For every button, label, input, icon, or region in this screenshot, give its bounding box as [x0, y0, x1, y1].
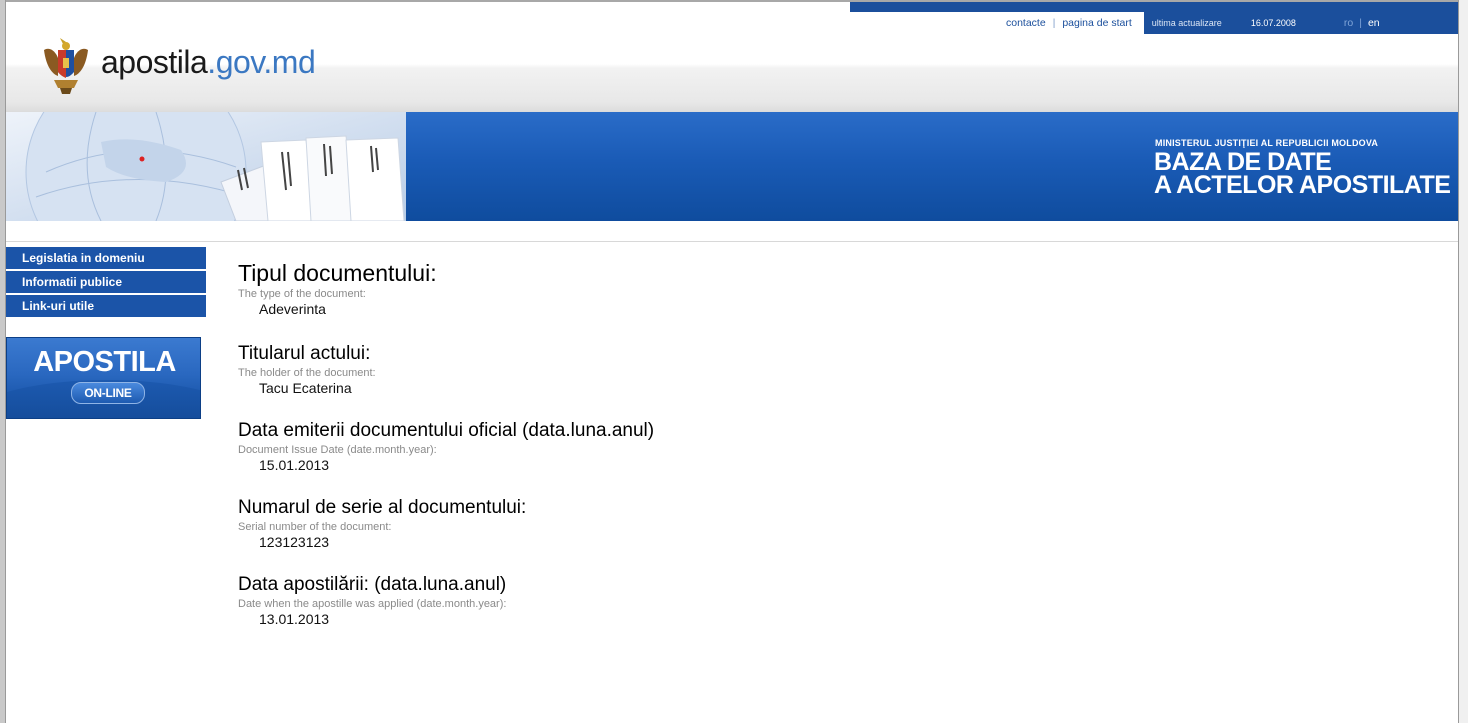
lang-ro-link[interactable]: ro	[1344, 17, 1353, 29]
field-issue-date: Data emiterii documentului oficial (data…	[238, 420, 938, 473]
field-document-type: Tipul documentului: The type of the docu…	[238, 260, 938, 317]
field-value: 15.01.2013	[259, 457, 330, 473]
field-heading: Numarul de serie al documentului:	[238, 497, 527, 518]
hero-banner: MINISTERUL JUSTIŢIEI AL REPUBLICII MOLDO…	[6, 112, 1458, 221]
top-links: contacte | pagina de start	[850, 12, 1144, 34]
field-apostille-date: Data apostilării: (data.luna.anul) Date …	[238, 574, 938, 627]
sidebar-item-legislation[interactable]: Legislatia in domeniu	[6, 247, 206, 269]
sidebar-menu: Legislatia in domeniu Informatii publice…	[6, 247, 206, 319]
field-subheading: The holder of the document:	[238, 367, 376, 379]
logo-name: apostila	[101, 44, 208, 80]
contacts-link[interactable]: contacte	[1006, 17, 1046, 29]
sidebar-item-public-info[interactable]: Informatii publice	[6, 271, 206, 293]
field-heading: Tipul documentului:	[238, 260, 437, 286]
ministry-label: MINISTERUL JUSTIŢIEI AL REPUBLICII MOLDO…	[1155, 138, 1379, 148]
lang-separator: |	[1359, 17, 1362, 29]
last-update-date: 16.07.2008	[1250, 18, 1296, 28]
site-logo-text[interactable]: apostila.gov.md	[101, 44, 316, 81]
field-serial-number: Numarul de serie al documentului: Serial…	[238, 497, 938, 550]
link-separator: |	[1052, 17, 1056, 29]
update-info: ultima actualizare 16.07.2008 ro | en	[1143, 12, 1458, 34]
sidebar-item-useful-links[interactable]: Link-uri utile	[6, 295, 206, 317]
moldova-coat-of-arms-icon[interactable]	[40, 36, 92, 96]
field-heading: Data apostilării: (data.luna.anul)	[238, 574, 507, 595]
field-value: 123123123	[259, 534, 330, 550]
logo-domain: .gov.md	[207, 44, 316, 80]
field-value: Tacu Ecaterina	[259, 380, 352, 396]
apostila-banner-title: APOSTILA	[33, 346, 176, 378]
topbar-strip	[850, 2, 1458, 12]
field-subheading: Date when the apostille was applied (dat…	[238, 598, 507, 610]
top-navigation-bar: contacte | pagina de start ultima actual…	[850, 12, 1458, 34]
field-subheading: Serial number of the document:	[238, 521, 392, 533]
field-value: Adeverinta	[259, 301, 326, 317]
window-right-scroll-edge	[1458, 0, 1468, 723]
field-heading: Data emiterii documentului oficial (data…	[238, 420, 655, 441]
last-update-label: ultima actualizare	[1151, 18, 1222, 28]
field-subheading: Document Issue Date (date.month.year):	[238, 444, 437, 456]
apostila-online-banner[interactable]: APOSTILA ON-LINE	[6, 337, 201, 419]
language-switcher: ro | en	[1344, 17, 1380, 29]
field-document-holder: Titularul actului: The holder of the doc…	[238, 343, 938, 396]
field-subheading: The type of the document:	[238, 288, 366, 300]
banner-title-line2: A ACTELOR APOSTILATE	[1154, 171, 1451, 199]
online-badge: ON-LINE	[71, 382, 145, 404]
lang-en-link[interactable]: en	[1368, 17, 1380, 29]
home-link[interactable]: pagina de start	[1062, 17, 1131, 29]
field-heading: Titularul actului:	[238, 343, 371, 364]
globe-and-documents-illustration	[6, 112, 406, 221]
field-value: 13.01.2013	[259, 611, 330, 627]
header-divider	[6, 241, 1458, 242]
